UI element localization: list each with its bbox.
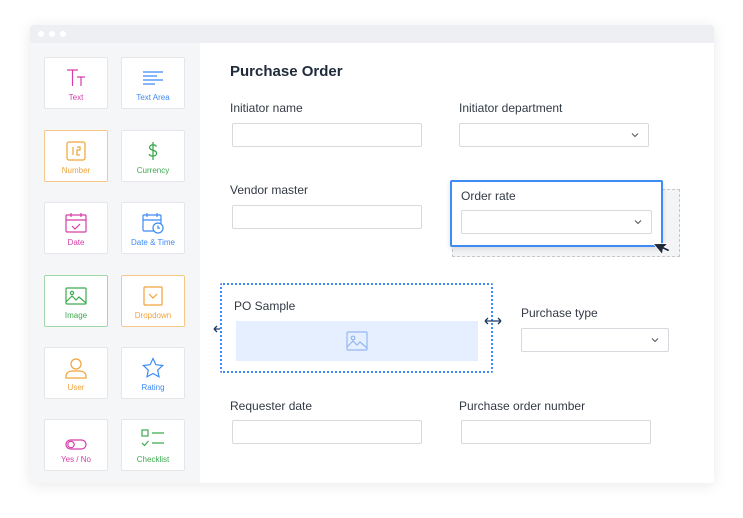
field-label-requester-date: Requester date (230, 399, 313, 413)
window-dot[interactable] (38, 31, 44, 37)
form-canvas: Purchase Order Initiator name Initiator … (200, 43, 714, 483)
palette-item-text[interactable]: Text (44, 57, 108, 109)
palette-item-yes-no[interactable]: Yes / No (44, 419, 108, 471)
window-dot[interactable] (60, 31, 66, 37)
initiator-department-select[interactable] (459, 123, 649, 147)
palette-item-rating[interactable]: Rating (121, 347, 185, 399)
palette-item-user[interactable]: User (44, 347, 108, 399)
field-label-initiator-name: Initiator name (230, 101, 303, 115)
vendor-master-input[interactable] (232, 205, 422, 229)
field-label-po-sample: PO Sample (234, 299, 296, 313)
chevron-down-icon (651, 338, 659, 343)
window-dot[interactable] (49, 31, 55, 37)
requester-date-input[interactable] (232, 420, 422, 444)
palette-item-label: Rating (141, 383, 165, 392)
dropdown-icon (122, 284, 184, 308)
image-placeholder (236, 321, 478, 361)
field-label-vendor-master: Vendor master (230, 183, 309, 197)
chevron-down-icon (631, 133, 639, 138)
palette-item-label: Date & Time (130, 238, 175, 247)
palette-item-label: Image (64, 311, 88, 320)
date-icon (45, 211, 107, 235)
order-rate-field-card[interactable]: Order rate (450, 180, 663, 247)
palette-item-label: Text Area (136, 93, 170, 102)
user-icon (45, 356, 107, 380)
palette-item-checklist[interactable]: Checklist (121, 419, 185, 471)
palette-item-label: Text (68, 93, 84, 102)
palette-item-label: Checklist (136, 455, 170, 464)
palette-item-image[interactable]: Image (44, 275, 108, 327)
window-titlebar (30, 25, 714, 43)
text-area-icon (122, 66, 184, 90)
field-label-purchase-type: Purchase type (521, 306, 598, 320)
field-palette: Text Text Area Number Currency Date Date… (30, 43, 200, 483)
palette-item-currency[interactable]: Currency (121, 130, 185, 182)
palette-item-date[interactable]: Date (44, 202, 108, 254)
palette-item-label: User (67, 383, 85, 392)
palette-item-text-area[interactable]: Text Area (121, 57, 185, 109)
palette-item-label: Date (67, 238, 85, 247)
currency-icon (122, 139, 184, 163)
page-title: Purchase Order (230, 63, 343, 80)
purchase-order-number-input[interactable] (461, 420, 651, 444)
text-icon (45, 66, 107, 90)
date-time-icon (122, 211, 184, 235)
palette-item-label: Dropdown (134, 311, 172, 320)
palette-item-number[interactable]: Number (44, 130, 108, 182)
checklist-icon (122, 428, 184, 452)
cursor-arrow-icon (654, 243, 671, 256)
number-icon (45, 139, 107, 163)
app-window: Text Text Area Number Currency Date Date… (30, 25, 714, 483)
field-label-initiator-department: Initiator department (459, 101, 563, 115)
palette-item-label: Currency (136, 166, 170, 175)
star-icon (122, 356, 184, 380)
field-label-order-rate: Order rate (461, 189, 516, 203)
chevron-down-icon (634, 220, 642, 225)
palette-item-label: Yes / No (61, 455, 91, 464)
po-sample-field-card[interactable]: PO Sample (220, 283, 493, 373)
palette-item-label: Number (61, 166, 91, 175)
resize-handle-right-icon[interactable] (483, 316, 503, 326)
palette-item-dropdown[interactable]: Dropdown (121, 275, 185, 327)
image-icon (45, 284, 107, 308)
toggle-icon (45, 428, 107, 452)
image-icon (346, 331, 368, 351)
order-rate-select[interactable] (461, 210, 652, 234)
purchase-type-select[interactable] (521, 328, 669, 352)
initiator-name-input[interactable] (232, 123, 422, 147)
field-label-purchase-order-number: Purchase order number (459, 399, 586, 413)
palette-item-date-time[interactable]: Date & Time (121, 202, 185, 254)
